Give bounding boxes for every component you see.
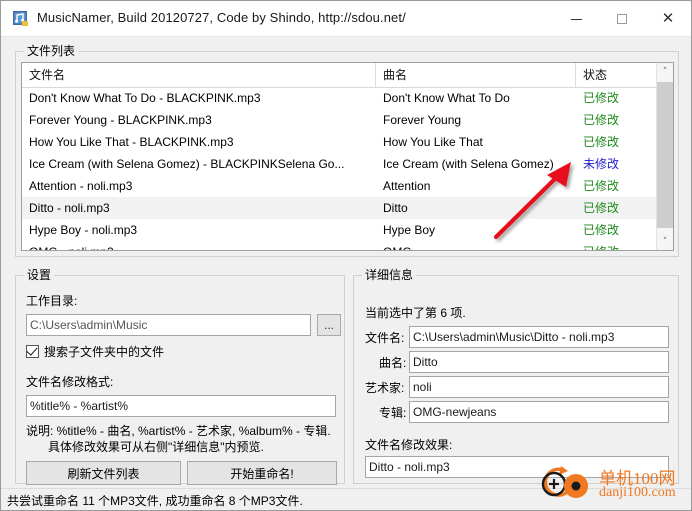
status-bar: 共尝试重命名 11 个MP3文件, 成功重命名 8 个MP3文件. xyxy=(1,488,691,510)
cell-status: 已修改 xyxy=(583,223,620,237)
table-row[interactable]: OMG - noli.mp3OMG已修改 xyxy=(22,241,656,250)
detail-group-title: 详细信息 xyxy=(362,268,417,282)
cell-filename: Don't Know What To Do - BLACKPINK.mp3 xyxy=(29,91,261,105)
settings-group: 设置 工作目录: C:\Users\admin\Music ... 搜索子文件夹… xyxy=(15,268,345,485)
scrollbar-thumb[interactable] xyxy=(657,82,673,228)
cell-status: 已修改 xyxy=(583,135,620,149)
file-list-body: Don't Know What To Do - BLACKPINK.mp3 Don… xyxy=(22,87,656,250)
cell-filename: Ditto - noli.mp3 xyxy=(29,201,110,215)
cell-status: 已修改 xyxy=(583,113,620,127)
cell-status: 已修改 xyxy=(583,179,620,193)
table-row[interactable]: Forever Young - BLACKPINK.mp3 Forever You… xyxy=(22,109,656,131)
close-icon: ✕ xyxy=(661,9,675,27)
cell-song: How You Like That xyxy=(383,135,483,149)
cell-status: 未修改 xyxy=(583,157,620,171)
cell-filename: How You Like That - BLACKPINK.mp3 xyxy=(29,135,234,149)
detail-artist-input[interactable]: noli xyxy=(409,376,669,398)
cell-song: Hype Boy xyxy=(383,223,436,237)
detail-song-label: 曲名: xyxy=(379,356,407,370)
detail-filename-input[interactable]: C:\Users\admin\Music\Ditto - noli.mp3 xyxy=(409,326,669,348)
preview-input[interactable]: Ditto - noli.mp3 xyxy=(365,456,669,478)
cell-filename: Attention - noli.mp3 xyxy=(29,179,133,193)
minimize-icon xyxy=(570,18,582,20)
cell-filename: Hype Boy - noli.mp3 xyxy=(29,223,138,237)
settings-group-title: 设置 xyxy=(24,268,55,282)
file-list-scrollbar[interactable]: ˄ ˅ xyxy=(656,63,673,250)
cell-song: Ditto xyxy=(383,201,408,215)
column-header-song[interactable]: 曲名 xyxy=(376,63,576,87)
search-subfolders-checkbox[interactable]: 搜索子文件夹中的文件 xyxy=(26,342,164,360)
cell-song: Attention xyxy=(383,179,431,193)
cell-filename: Ice Cream (with Selena Gomez) - BLACKPIN… xyxy=(29,157,345,171)
check-icon xyxy=(26,343,38,356)
close-button[interactable]: ✕ xyxy=(645,1,691,36)
format-label: 文件名修改格式: xyxy=(26,375,114,389)
maximize-icon xyxy=(617,13,627,24)
cell-status: 已修改 xyxy=(583,91,620,105)
cell-song: Forever Young xyxy=(383,113,462,127)
file-list-group-title: 文件列表 xyxy=(24,44,79,58)
cell-status: 已修改 xyxy=(583,201,620,215)
detail-filename-label: 文件名: xyxy=(365,331,405,345)
table-row[interactable]: Ice Cream (with Selena Gomez) - BLACKPIN… xyxy=(22,153,656,175)
hint-line-2: 具体修改效果可从右侧"详细信息"内预览. xyxy=(48,440,264,454)
cell-song: Don't Know What To Do xyxy=(383,91,510,105)
checkbox-box xyxy=(26,343,39,358)
refresh-file-list-button[interactable]: 刷新文件列表 xyxy=(26,461,181,485)
preview-label: 文件名修改效果: xyxy=(365,438,453,452)
start-rename-button[interactable]: 开始重命名! xyxy=(187,461,337,485)
window-title: MusicNamer, Build 20120727, Code by Shin… xyxy=(37,10,406,25)
column-header-status[interactable]: 状态 xyxy=(576,63,658,87)
detail-group: 详细信息 当前选中了第 6 项. 文件名: C:\Users\admin\Mus… xyxy=(353,268,679,484)
title-bar: MusicNamer, Build 20120727, Code by Shin… xyxy=(1,1,691,37)
cell-filename: Forever Young - BLACKPINK.mp3 xyxy=(29,113,212,127)
detail-artist-label: 艺术家: xyxy=(365,381,405,395)
detail-song-input[interactable]: Ditto xyxy=(409,351,669,373)
maximize-button[interactable] xyxy=(599,1,645,36)
workdir-input[interactable]: C:\Users\admin\Music xyxy=(26,314,311,336)
status-bar-text: 共尝试重命名 11 个MP3文件, 成功重命名 8 个MP3文件. xyxy=(7,494,303,508)
table-row[interactable]: Hype Boy - noli.mp3 Hype Boy 已修改 xyxy=(22,219,656,241)
cell-song: OMG xyxy=(376,241,576,250)
table-row[interactable]: Ditto - noli.mp3 Ditto 已修改 xyxy=(22,197,656,219)
selection-info: 当前选中了第 6 项. xyxy=(365,306,466,320)
cell-filename: OMG - noli.mp3 xyxy=(22,241,376,250)
detail-album-input[interactable]: OMG-newjeans xyxy=(409,401,669,423)
cell-status: 已修改 xyxy=(576,241,656,250)
file-list-group: 文件列表 文件名 曲名 状态 Don't Know What To Do - B… xyxy=(15,44,679,257)
browse-button[interactable]: ... xyxy=(317,314,341,336)
app-icon xyxy=(13,11,28,26)
table-row[interactable]: How You Like That - BLACKPINK.mp3 How You… xyxy=(22,131,656,153)
search-subfolders-label: 搜索子文件夹中的文件 xyxy=(44,344,165,359)
hint-line-1: 说明: %title% - 曲名, %artist% - 艺术家, %album… xyxy=(26,424,331,438)
workdir-label: 工作目录: xyxy=(26,294,78,308)
column-header-filename[interactable]: 文件名 xyxy=(22,63,376,87)
format-input[interactable]: %title% - %artist% xyxy=(26,395,336,417)
file-list-view[interactable]: 文件名 曲名 状态 Don't Know What To Do - BLACKP… xyxy=(21,62,674,251)
table-row[interactable]: Don't Know What To Do - BLACKPINK.mp3 Don… xyxy=(22,87,656,109)
table-row[interactable]: Attention - noli.mp3 Attention 已修改 xyxy=(22,175,656,197)
cell-song: Ice Cream (with Selena Gomez) xyxy=(383,157,554,171)
scroll-down-icon[interactable]: ˅ xyxy=(657,233,673,250)
file-list-header: 文件名 曲名 状态 xyxy=(22,63,673,88)
scroll-up-icon[interactable]: ˄ xyxy=(657,63,673,80)
minimize-button[interactable] xyxy=(553,1,599,36)
detail-album-label: 专辑: xyxy=(379,406,407,420)
app-window: MusicNamer, Build 20120727, Code by Shin… xyxy=(0,0,692,511)
